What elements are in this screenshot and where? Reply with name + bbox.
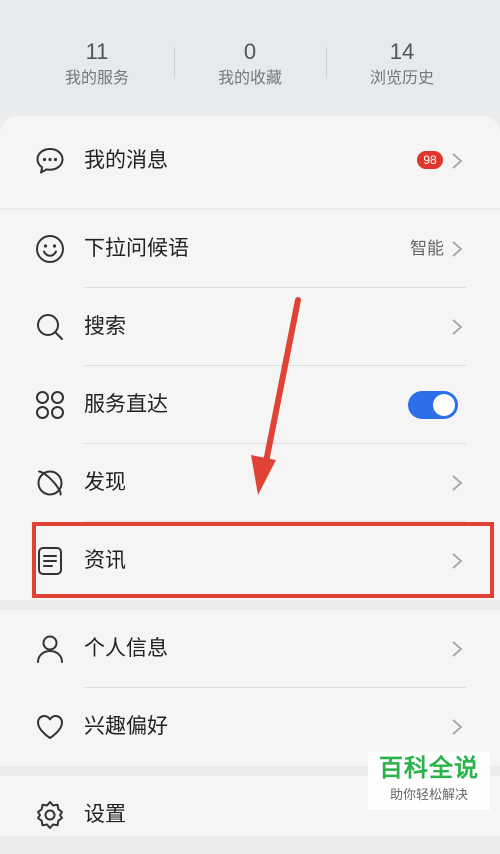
menu-item-label: 服务直达 (84, 393, 168, 416)
chevron-right-icon (452, 641, 463, 657)
chat-bubble-icon (36, 148, 64, 174)
stats-header: 11 我的服务 0 我的收藏 14 浏览历史 (0, 0, 500, 112)
menu-item-label: 搜索 (84, 315, 126, 338)
menu-item-services[interactable]: 服务直达 (0, 366, 500, 444)
watermark-subtitle: 助你轻松解决 (389, 787, 468, 802)
toggle-knob (433, 394, 455, 416)
menu-item-label: 我的消息 (84, 149, 168, 172)
menu-item-search[interactable]: 搜索 (0, 288, 500, 366)
menu-item-label: 兴趣偏好 (84, 715, 168, 738)
stat-value: 0 (243, 39, 257, 64)
heart-icon (37, 715, 63, 739)
chevron-right-icon (452, 319, 463, 335)
unread-badge: 98 (417, 151, 443, 169)
planet-icon (37, 470, 63, 496)
menu-item-label: 设置 (84, 803, 126, 826)
gear-icon (37, 801, 63, 829)
stat-value: 14 (389, 39, 415, 64)
chevron-right-icon (452, 719, 463, 735)
greeting-mode-value: 智能 (410, 239, 444, 258)
stat-my-services[interactable]: 11 我的服务 (22, 38, 172, 90)
menu-item-profile[interactable]: 个人信息 (0, 610, 500, 688)
menu-item-label: 个人信息 (84, 637, 168, 660)
chevron-right-icon (452, 475, 463, 491)
chevron-right-icon (452, 153, 463, 169)
search-icon (37, 314, 63, 340)
watermark-logo: 百科全说 助你轻松解决 (368, 752, 490, 810)
menu-item-label: 下拉问候语 (84, 237, 189, 260)
menu-item-label: 发现 (84, 471, 126, 494)
annotation-highlight-box (32, 522, 494, 598)
stat-label: 浏览历史 (369, 70, 434, 87)
stat-label: 我的服务 (64, 70, 129, 87)
stat-my-favorites[interactable]: 0 我的收藏 (175, 38, 325, 90)
smiley-icon (36, 235, 64, 263)
grid-circles-icon (36, 391, 64, 419)
personal-card: 个人信息 兴趣偏好 (0, 610, 500, 766)
stat-browse-history[interactable]: 14 浏览历史 (327, 38, 477, 90)
messages-card: 我的消息 98 (0, 116, 500, 208)
services-toggle[interactable] (408, 391, 458, 419)
chevron-right-icon (452, 241, 463, 257)
menu-item-greeting[interactable]: 下拉问候语 智能 (0, 210, 500, 288)
stat-value: 11 (85, 39, 109, 64)
menu-item-messages[interactable]: 我的消息 98 (0, 122, 500, 200)
stat-label: 我的收藏 (217, 70, 282, 87)
person-icon (37, 635, 63, 663)
watermark-title: 百科全说 (379, 755, 479, 782)
menu-item-discover[interactable]: 发现 (0, 444, 500, 522)
